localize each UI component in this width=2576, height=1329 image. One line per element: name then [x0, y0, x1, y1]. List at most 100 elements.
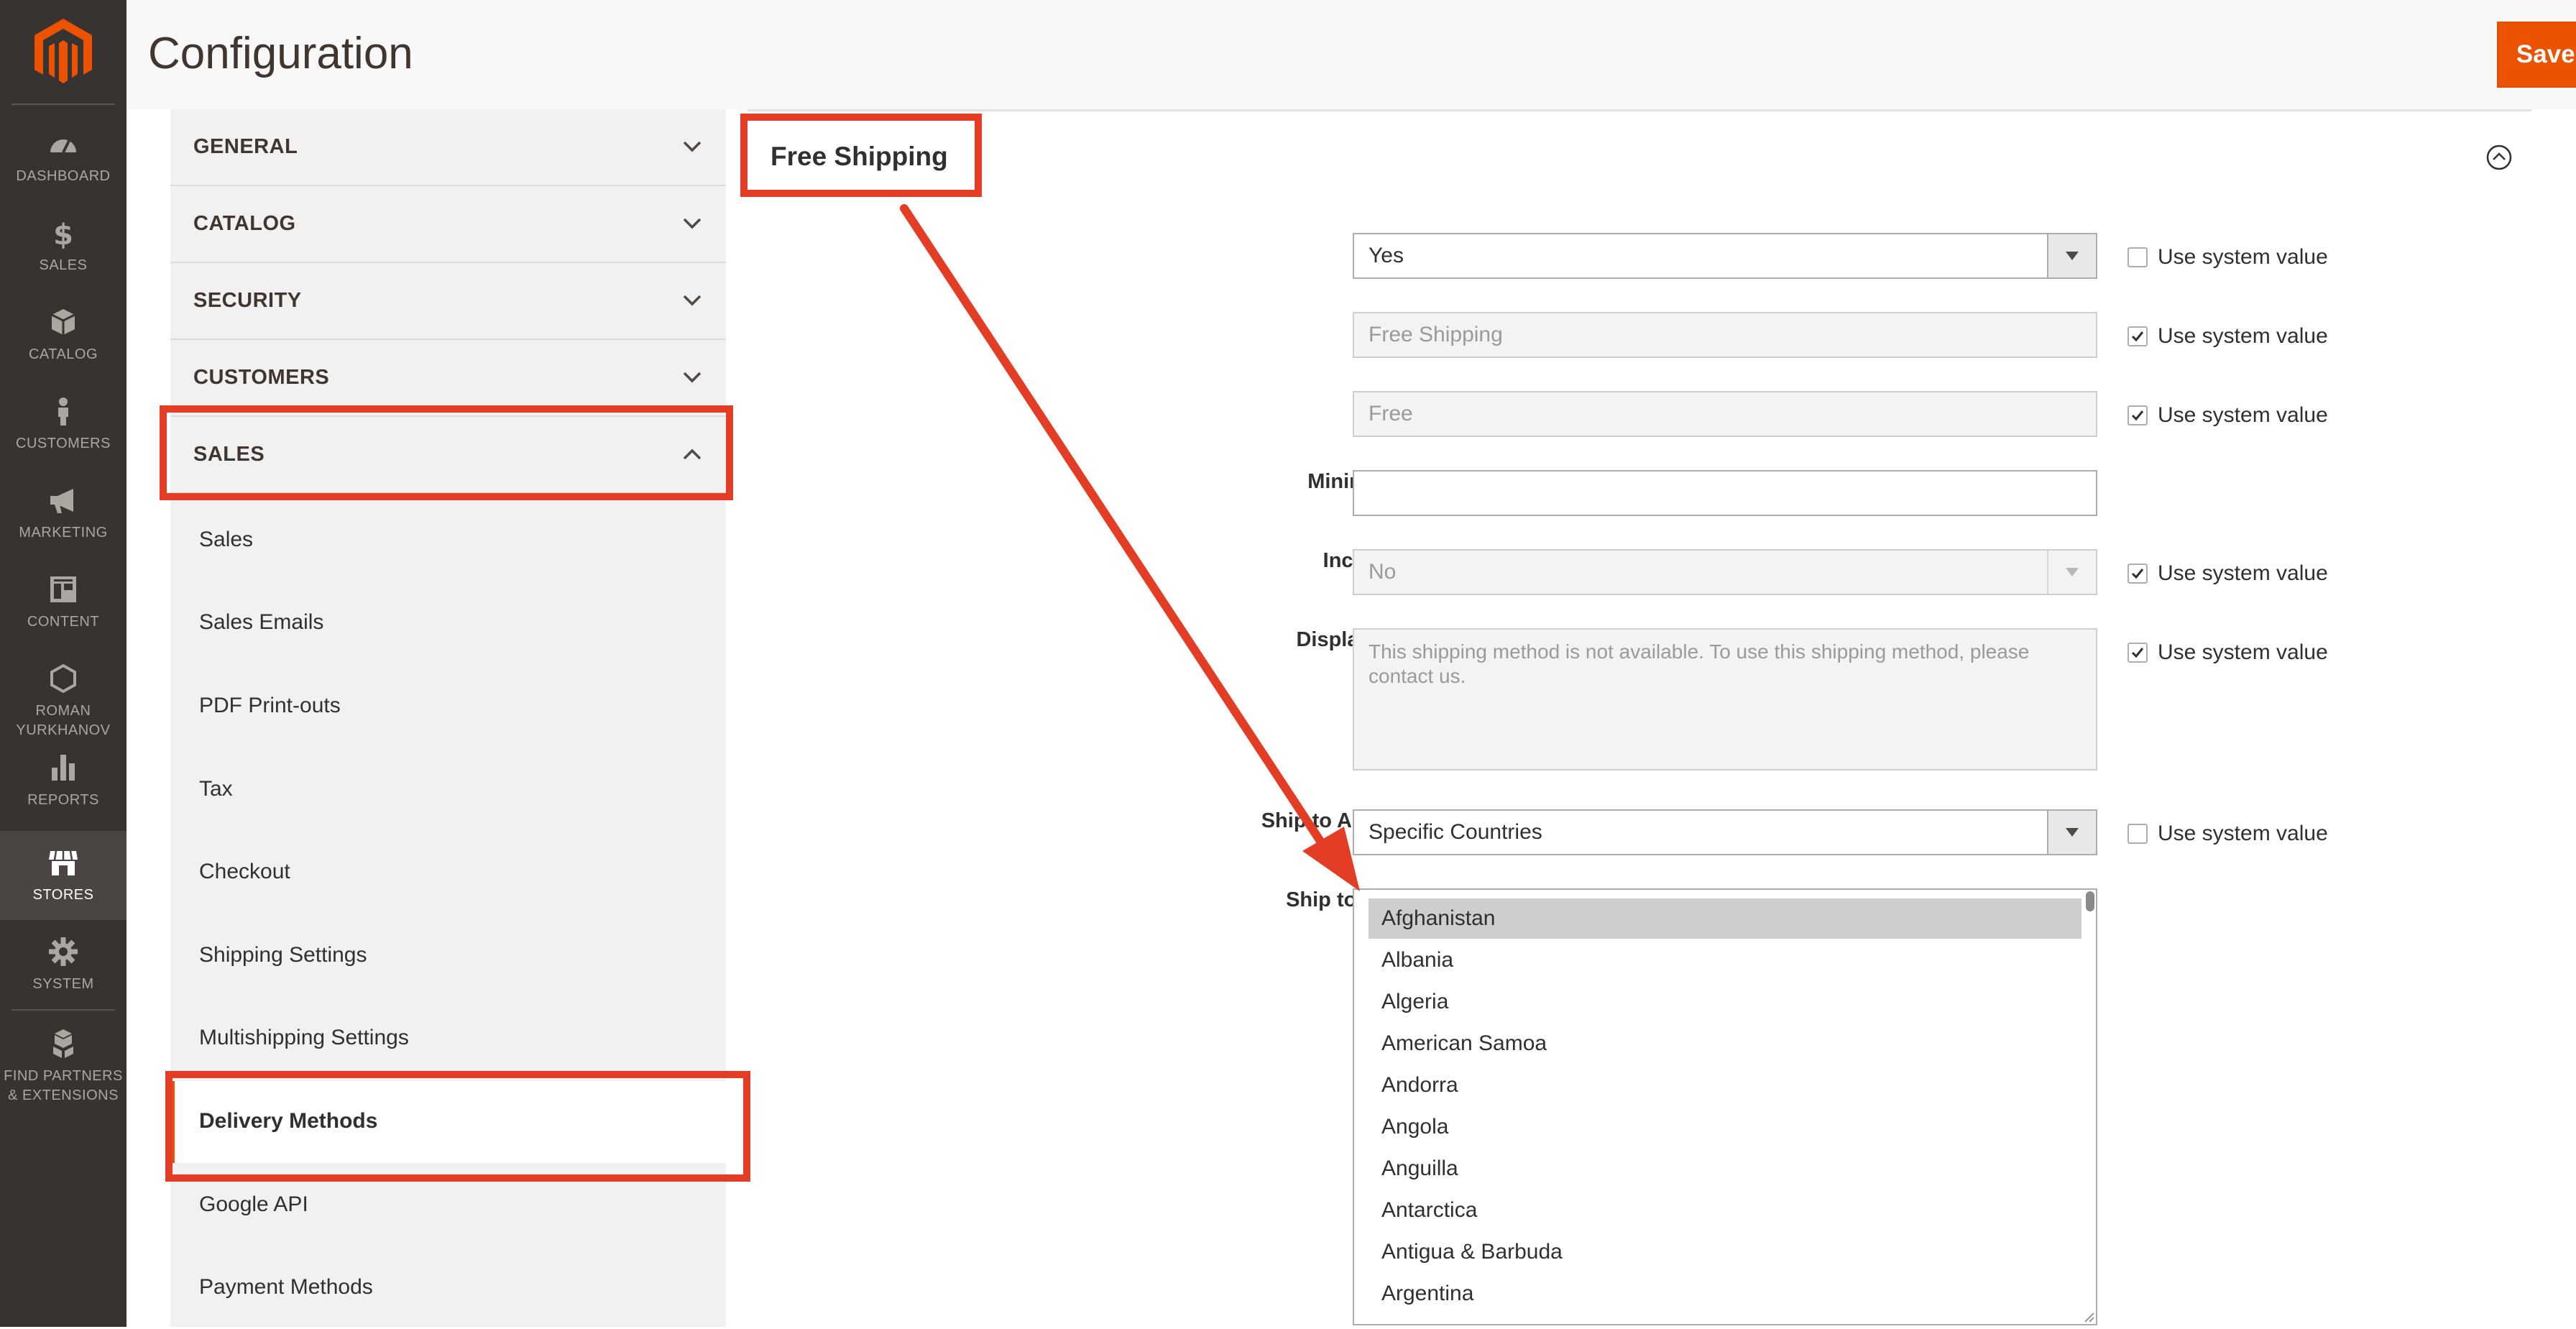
checkmark-icon — [2131, 331, 2144, 342]
sales-item-pdf-print-outs[interactable]: PDF Print-outs — [170, 666, 726, 748]
checkbox-label: Use system value — [2158, 403, 2328, 427]
error-message-textarea[interactable]: This shipping method is not available. T… — [1353, 628, 2097, 771]
country-option-afghanistan[interactable]: Afghanistan — [1368, 898, 2082, 939]
checkmark-icon — [2131, 410, 2144, 421]
sales-item-shipping-settings[interactable]: Shipping Settings — [170, 915, 726, 997]
checkmark-icon — [2131, 648, 2144, 658]
country-option[interactable]: Anguilla — [1368, 1149, 2082, 1189]
specific-countries-multiselect[interactable]: Afghanistan Albania Algeria American Sam… — [1353, 888, 2097, 1325]
chevron-down-icon — [683, 218, 702, 229]
checkbox-checked[interactable] — [2128, 405, 2148, 426]
menu-label: ROMAN YURKHANOV — [16, 703, 111, 738]
country-option[interactable]: Andorra — [1368, 1065, 2082, 1105]
menu-item-sales[interactable]: $ SALES — [0, 201, 126, 290]
checkbox-label: Use system value — [2158, 822, 2328, 845]
menu-item-dashboard[interactable]: DASHBOARD — [0, 112, 126, 201]
checkbox-checked[interactable] — [2128, 564, 2148, 584]
tab-label: GENERAL — [193, 135, 298, 158]
menu-item-reports[interactable]: REPORTS — [0, 736, 126, 825]
country-option[interactable]: Angola — [1368, 1107, 2082, 1147]
enabled-select[interactable]: Yes — [1353, 233, 2097, 279]
tab-catalog[interactable]: CATALOG — [170, 186, 726, 263]
tab-label: CATALOG — [193, 212, 296, 235]
menu-divider — [12, 1009, 115, 1011]
menu-label: SALES — [39, 257, 88, 273]
method-name-input[interactable]: Free — [1353, 391, 2097, 437]
sales-item-sales[interactable]: Sales — [170, 500, 726, 581]
tab-general[interactable]: GENERAL — [170, 109, 726, 186]
menu-label: DASHBOARD — [16, 168, 111, 184]
magento-logo-icon[interactable] — [34, 19, 92, 86]
resize-grip-icon[interactable] — [2083, 1311, 2094, 1323]
include-tax-select[interactable]: No — [1353, 549, 2097, 595]
chevron-down-icon — [683, 141, 702, 152]
menu-item-content[interactable]: CONTENT — [0, 558, 126, 647]
country-option[interactable]: Argentina — [1368, 1274, 2082, 1314]
checkbox-unchecked[interactable] — [2128, 824, 2148, 844]
sales-item-label: PDF Print-outs — [199, 694, 341, 717]
scrollbar-thumb[interactable] — [2086, 891, 2094, 911]
svg-text:$: $ — [53, 219, 73, 249]
enabled-select-value: Yes — [1368, 244, 1404, 267]
menu-label: FIND PARTNERS & EXTENSIONS — [4, 1068, 123, 1103]
sales-item-checkout[interactable]: Checkout — [170, 832, 726, 914]
bar-chart-icon — [52, 755, 75, 781]
hexagon-icon — [50, 663, 76, 694]
chevron-down-icon — [683, 295, 702, 306]
page-title: Configuration — [148, 29, 413, 78]
dropdown-arrow-icon — [2047, 234, 2096, 277]
gear-icon — [49, 937, 78, 966]
sales-item-label: Checkout — [199, 860, 290, 883]
include-tax-select-value: No — [1368, 560, 1397, 584]
title-input[interactable]: Free Shipping — [1353, 312, 2097, 358]
tab-label: CUSTOMERS — [193, 366, 330, 389]
store-icon — [49, 850, 78, 875]
menu-label: CUSTOMERS — [16, 436, 111, 451]
highlight-box-free-shipping — [740, 114, 982, 197]
sales-item-label: Shipping Settings — [199, 943, 367, 967]
country-option[interactable]: Algeria — [1368, 982, 2082, 1022]
menu-item-roman-yurkhanov[interactable]: ROMAN YURKHANOV — [0, 647, 126, 740]
sales-item-label: Sales Emails — [199, 610, 324, 634]
sales-item-label: Multishipping Settings — [199, 1026, 409, 1049]
dollar-icon: $ — [53, 219, 73, 249]
dropdown-arrow-icon — [2047, 551, 2096, 594]
menu-item-find-partners[interactable]: FIND PARTNERS & EXTENSIONS — [0, 1012, 126, 1113]
country-option[interactable]: Antarctica — [1368, 1190, 2082, 1231]
menu-item-marketing[interactable]: MARKETING — [0, 469, 126, 558]
layout-icon — [50, 576, 76, 602]
dashboard-icon — [50, 139, 76, 153]
menu-item-customers[interactable]: CUSTOMERS — [0, 380, 126, 469]
menu-item-stores[interactable]: STORES — [0, 831, 126, 920]
menu-label: STORES — [32, 887, 94, 903]
sales-item-tax[interactable]: Tax — [170, 749, 726, 831]
menu-label: CATALOG — [28, 346, 98, 362]
sales-item-label: Payment Methods — [199, 1275, 373, 1299]
checkbox-checked[interactable] — [2128, 326, 2148, 346]
country-option[interactable]: American Samoa — [1368, 1024, 2082, 1064]
menu-item-system[interactable]: SYSTEM — [0, 920, 126, 1009]
tab-security[interactable]: SECURITY — [170, 263, 726, 340]
dropdown-arrow-icon — [2047, 811, 2096, 854]
collapse-icon[interactable] — [2485, 144, 2513, 171]
menu-divider — [12, 104, 115, 105]
megaphone-icon — [50, 489, 73, 513]
checkbox-checked[interactable] — [2128, 643, 2148, 663]
admin-menu: DASHBOARD $ SALES CATALOG CUSTOMERS MARK… — [0, 0, 126, 1327]
country-option[interactable]: Antigua & Barbuda — [1368, 1232, 2082, 1272]
save-config-button[interactable]: Save Config — [2497, 22, 2576, 88]
menu-label: SYSTEM — [32, 976, 94, 992]
section-divider — [748, 109, 2531, 111]
applicable-countries-select[interactable]: Specific Countries — [1353, 809, 2097, 855]
sales-item-payment-methods[interactable]: Payment Methods — [170, 1247, 726, 1329]
menu-label: MARKETING — [19, 525, 108, 541]
minimum-order-amount-input[interactable] — [1353, 470, 2097, 516]
checkbox-unchecked[interactable] — [2128, 247, 2148, 267]
menu-item-catalog[interactable]: CATALOG — [0, 290, 126, 380]
sales-item-sales-emails[interactable]: Sales Emails — [170, 582, 726, 664]
applicable-countries-value: Specific Countries — [1368, 820, 1542, 844]
sales-item-multishipping-settings[interactable]: Multishipping Settings — [170, 998, 726, 1080]
chevron-down-icon — [683, 372, 702, 383]
country-option[interactable]: Albania — [1368, 940, 2082, 980]
menu-label: CONTENT — [27, 614, 100, 630]
